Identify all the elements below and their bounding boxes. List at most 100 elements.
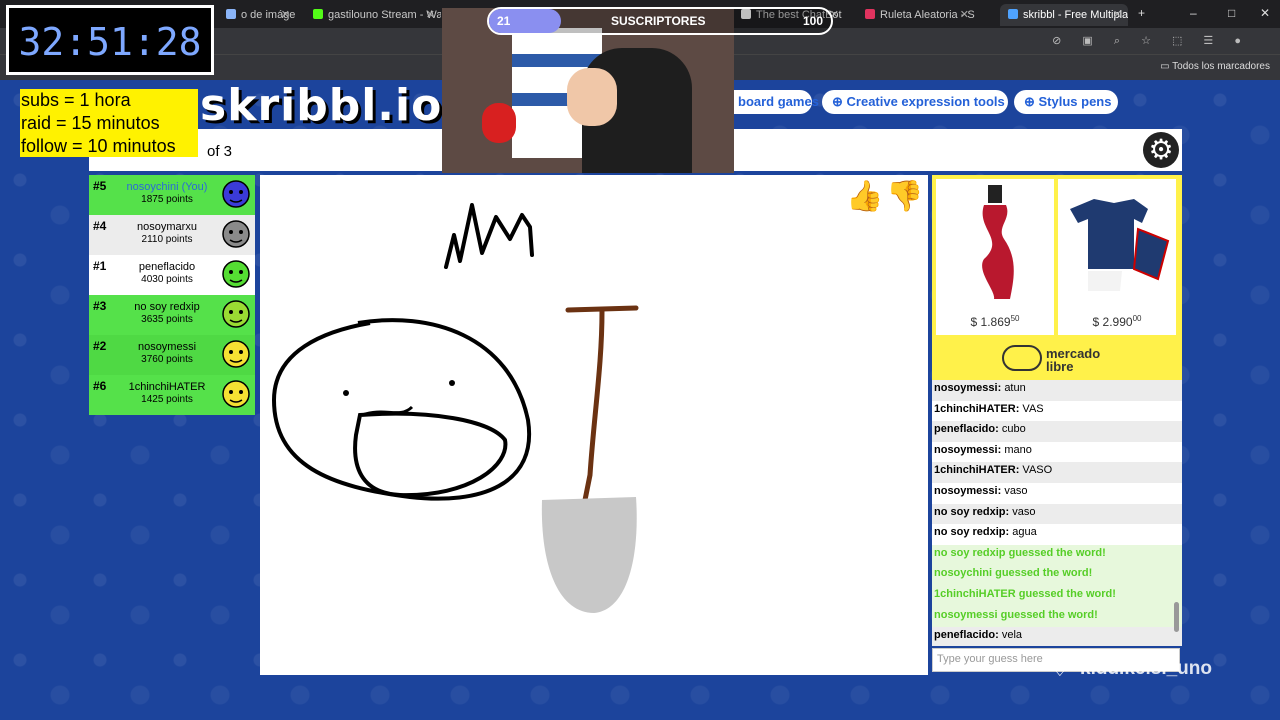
chat-username: no soy redxip: (934, 505, 1010, 518)
thumbs-down-icon[interactable]: 👎 (886, 179, 923, 214)
chat-text: vela (1001, 629, 1023, 642)
settings-gear-icon[interactable]: ⚙ (1143, 132, 1179, 168)
chat-text: cubo (1001, 423, 1026, 436)
player-name: nosoychini (You) (126, 181, 208, 193)
new-tab-button[interactable]: + (1138, 6, 1145, 20)
mercado-libre-logo: mercado libre (1046, 346, 1101, 374)
chat-log: nosoymessi: atun 1chinchiHATER: VAS penefl… (932, 380, 1182, 646)
chat-text: no soy redxip guessed the word! (934, 546, 1106, 559)
chat-message: no soy redxip: agua (932, 524, 1182, 545)
plus-circle-icon: ⊕ (1024, 94, 1039, 109)
tab-close-icon[interactable]: ✕ (281, 8, 290, 21)
perfume-image (982, 185, 1014, 299)
nav-stylus-pens[interactable]: ⊕ Stylus pens (1014, 90, 1118, 114)
subscriber-goal-bar: 21 SUSCRIPTORES 100 (487, 7, 833, 35)
chat-message: nosoymessi: mano (932, 442, 1182, 463)
browser-tab[interactable]: Ruleta Aleatoria - Selecto✕ (857, 4, 975, 26)
all-bookmarks[interactable]: ▭ Todos los marcadores (1160, 61, 1270, 72)
player-rank: #1 (93, 259, 107, 273)
chat-text: VASO (1022, 464, 1053, 477)
player-avatar-icon (222, 180, 250, 208)
chat-message: nosoymessi: vaso (932, 483, 1182, 504)
player-avatar-icon (222, 380, 250, 408)
chat-text: mano (1004, 443, 1032, 456)
player-card[interactable]: #2 nosoymessi 3760 points (89, 335, 255, 375)
player-list: #5 nosoychini (You) 1875 points #4 nosoymarx… (89, 175, 255, 415)
player-points: 3760 points (141, 354, 193, 365)
tab-close-icon[interactable]: ✕ (1113, 8, 1122, 21)
chat-text: nosoychini guessed the word! (934, 567, 1093, 580)
subathon-timer: 32:51:28 (6, 5, 214, 75)
chat-username: nosoymessi: (934, 443, 1002, 456)
chat-message: peneflacido: cubo (932, 421, 1182, 442)
nav-board-games[interactable]: board games (728, 90, 819, 114)
chat-message: nosoymessi guessed the word! (932, 606, 1182, 628)
player-points: 3635 points (141, 314, 193, 325)
chat-message: no soy redxip: vaso (932, 503, 1182, 525)
skribbl-logo[interactable]: skribbl.io (200, 80, 442, 131)
plus-circle-icon: ⊕ (832, 94, 847, 109)
round-counter: of 3 (207, 143, 233, 160)
player-avatar-icon (222, 260, 250, 288)
player-rank: #4 (93, 219, 107, 233)
nav-creative-tools[interactable]: ⊕ Creative expression tools (822, 90, 1008, 114)
chat-text: nosoymessi guessed the word! (934, 608, 1098, 621)
chat-message: peneflacido: vela (932, 627, 1182, 646)
chat-text: 1chinchiHATER guessed the word! (934, 587, 1116, 600)
chat-username: no soy redxip: (934, 526, 1010, 539)
chat-username: 1chinchiHATER: (934, 464, 1020, 477)
player-avatar-icon (222, 220, 250, 248)
heart-icon: ♡ (1050, 656, 1070, 681)
chat-text: VAS (1022, 402, 1044, 415)
player-points: 1875 points (141, 194, 193, 205)
player-card[interactable]: #5 nosoychini (You) 1875 points (89, 175, 255, 215)
tab-label: gastilouno Stream - Watc (328, 9, 441, 21)
browser-tab[interactable]: gastilouno Stream - Watc ✕ (305, 4, 441, 26)
maximize-button[interactable]: □ (1228, 6, 1235, 20)
close-window-button[interactable]: ✕ (1260, 6, 1270, 20)
tab-favicon-icon (313, 9, 323, 19)
folder-icon: ▭ (1160, 61, 1173, 72)
tab-favicon-icon (226, 9, 236, 19)
streamer-face (567, 68, 617, 126)
chat-message: nosoychini guessed the word! (932, 565, 1182, 586)
player-card[interactable]: #6 1chinchiHATER 1425 points (89, 375, 255, 415)
jersey-image (1070, 199, 1170, 291)
player-card[interactable]: #1 peneflacido 4030 points (89, 255, 255, 295)
chat-message: no soy redxip guessed the word! (932, 544, 1182, 566)
chat-message: nosoymessi: atun (932, 380, 1182, 401)
player-rank: #3 (93, 299, 107, 313)
chat-text: vaso (1004, 484, 1028, 497)
player-name: nosoymessi (137, 341, 197, 353)
ad-product-perfume[interactable]: $ 1.86950 (936, 179, 1054, 335)
drawing (271, 203, 639, 613)
player-avatar-icon (222, 300, 250, 328)
chat-username: peneflacido: (934, 629, 999, 642)
subathon-rules: subs = 1 hora raid = 15 minutos follow =… (20, 89, 198, 157)
player-avatar-icon (222, 340, 250, 368)
player-card[interactable]: #4 nosoymarxu 2110 points (89, 215, 255, 255)
chat-scrollbar[interactable] (1172, 382, 1180, 644)
tab-close-icon[interactable]: ✕ (426, 8, 435, 21)
chat-username: nosoymessi: (934, 382, 1002, 394)
handshake-icon (1002, 345, 1042, 371)
player-points: 1425 points (141, 394, 193, 405)
ad-banner[interactable]: $ 1.86950 $ 2.99000 mercado libre (932, 175, 1182, 380)
tab-close-icon[interactable]: ✕ (960, 8, 969, 21)
player-rank: #5 (93, 179, 107, 193)
address-bar-icons[interactable]: ⊘ ▣ ⌕ ☆ ⬚ ☰ ● (1052, 34, 1250, 48)
browser-tab[interactable]: skribbl - Free Multipla ✕ (1000, 4, 1128, 26)
player-points: 2110 points (141, 234, 193, 245)
browser-tab[interactable]: o de imágenes d✕ (218, 4, 296, 26)
minimize-button[interactable]: – (1190, 6, 1197, 20)
tab-favicon-icon (865, 9, 875, 19)
drawing-canvas[interactable]: 👍 👎 (260, 175, 928, 675)
thumbs-up-icon[interactable]: 👍 (846, 179, 883, 214)
ad-product-jersey[interactable]: $ 2.99000 (1058, 179, 1176, 335)
player-name: no soy redxip (134, 301, 200, 313)
chat-message: 1chinchiHATER: VASO (932, 462, 1182, 483)
player-card[interactable]: #3 no soy redxip 3635 points (89, 295, 255, 335)
tab-favicon-icon (1008, 9, 1018, 19)
chat-username: 1chinchiHATER: (934, 402, 1020, 415)
chat-text: vaso (1012, 505, 1036, 518)
